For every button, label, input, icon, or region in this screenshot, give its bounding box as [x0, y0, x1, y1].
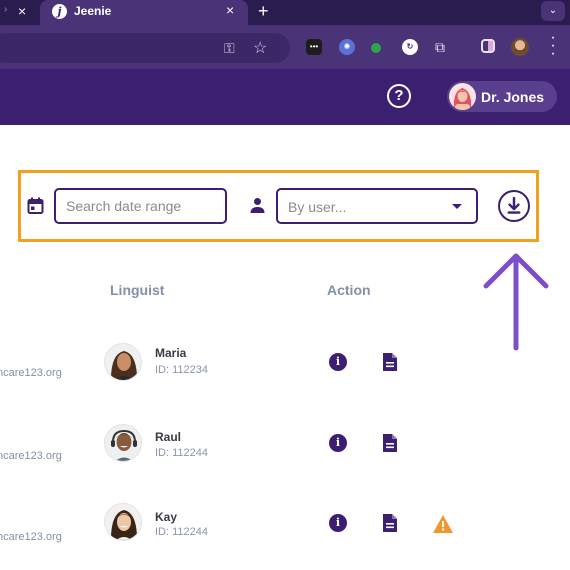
- linguist-name: Kay: [155, 510, 178, 524]
- tab-jeenie[interactable]: j Jeenie ×: [40, 0, 248, 25]
- avatar: [104, 424, 142, 462]
- puzzle-icon[interactable]: ⧉: [432, 39, 448, 55]
- avatar: [104, 503, 142, 541]
- star-icon[interactable]: ☆: [253, 38, 267, 58]
- avatar: [449, 83, 476, 110]
- user-email: ncare123.org: [0, 531, 62, 543]
- extension-icon[interactable]: [371, 43, 381, 53]
- info-icon[interactable]: i: [329, 353, 347, 371]
- linguist-id: ID: 112234: [155, 364, 209, 376]
- linguist-name: Raul: [155, 430, 182, 444]
- user-select-placeholder: By user...: [288, 199, 347, 215]
- document-icon[interactable]: [382, 353, 398, 371]
- avatar: [104, 343, 142, 381]
- column-header-action: Action: [327, 282, 371, 298]
- user-menu-button[interactable]: Dr. Jones: [447, 81, 557, 112]
- profile-icon[interactable]: [511, 38, 529, 56]
- table-row: ncare123.org Kay ID: 112244 i: [0, 490, 570, 560]
- column-header-linguist[interactable]: Linguist: [110, 282, 164, 298]
- user-email: ncare123.org: [0, 367, 62, 379]
- tab-separator-icon: ›: [4, 4, 8, 15]
- table-row: ncare123.org Raul ID: 112244 i: [0, 410, 570, 480]
- previous-tab[interactable]: › ×: [0, 0, 40, 25]
- extension-icon[interactable]: ↻: [402, 39, 418, 55]
- extension-icon[interactable]: •••: [306, 39, 322, 55]
- download-button[interactable]: [498, 190, 530, 222]
- warning-icon[interactable]: [433, 515, 453, 533]
- screenshot-root: › × j Jeenie × + ⌄ ⚿ ☆ ••• ✺ ↻ ⧉ ··· ?: [0, 0, 570, 570]
- info-icon[interactable]: i: [329, 434, 347, 452]
- date-range-input[interactable]: [54, 188, 227, 224]
- user-filter-icon: [250, 198, 265, 213]
- user-email: ncare123.org: [0, 450, 62, 462]
- browser-tab-strip: › × j Jeenie × + ⌄: [0, 0, 570, 25]
- jeenie-favicon-icon: j: [52, 4, 67, 19]
- chevron-down-icon: [452, 204, 462, 209]
- calendar-icon: [27, 197, 44, 214]
- close-tab-icon[interactable]: ×: [226, 2, 234, 18]
- user-name: Dr. Jones: [481, 89, 545, 105]
- table-row: ncare123.org Maria ID: 112234 i: [0, 327, 570, 397]
- linguist-id: ID: 112244: [155, 526, 209, 538]
- close-tab-icon[interactable]: ×: [18, 3, 26, 19]
- linguist-id: ID: 112244: [155, 447, 209, 459]
- document-icon[interactable]: [382, 514, 398, 532]
- address-bar[interactable]: ⚿ ☆: [0, 33, 290, 63]
- new-tab-button[interactable]: +: [258, 0, 269, 22]
- help-icon[interactable]: ?: [387, 84, 411, 108]
- app-header: ? Dr. Jones: [0, 69, 570, 125]
- browser-toolbar: ⚿ ☆ ••• ✺ ↻ ⧉ · · ·: [0, 25, 570, 69]
- key-icon[interactable]: ⚿: [224, 40, 235, 57]
- linguist-name: Maria: [155, 346, 187, 360]
- document-icon[interactable]: [382, 434, 398, 452]
- tab-search-button[interactable]: ⌄: [541, 1, 565, 21]
- user-select[interactable]: By user...: [276, 188, 478, 224]
- kebab-icon[interactable]: · · ·: [548, 30, 558, 62]
- info-icon[interactable]: i: [329, 514, 347, 532]
- extension-icon[interactable]: ✺: [339, 39, 355, 55]
- sidepanel-icon[interactable]: [481, 39, 495, 53]
- tab-title: Jeenie: [74, 4, 112, 18]
